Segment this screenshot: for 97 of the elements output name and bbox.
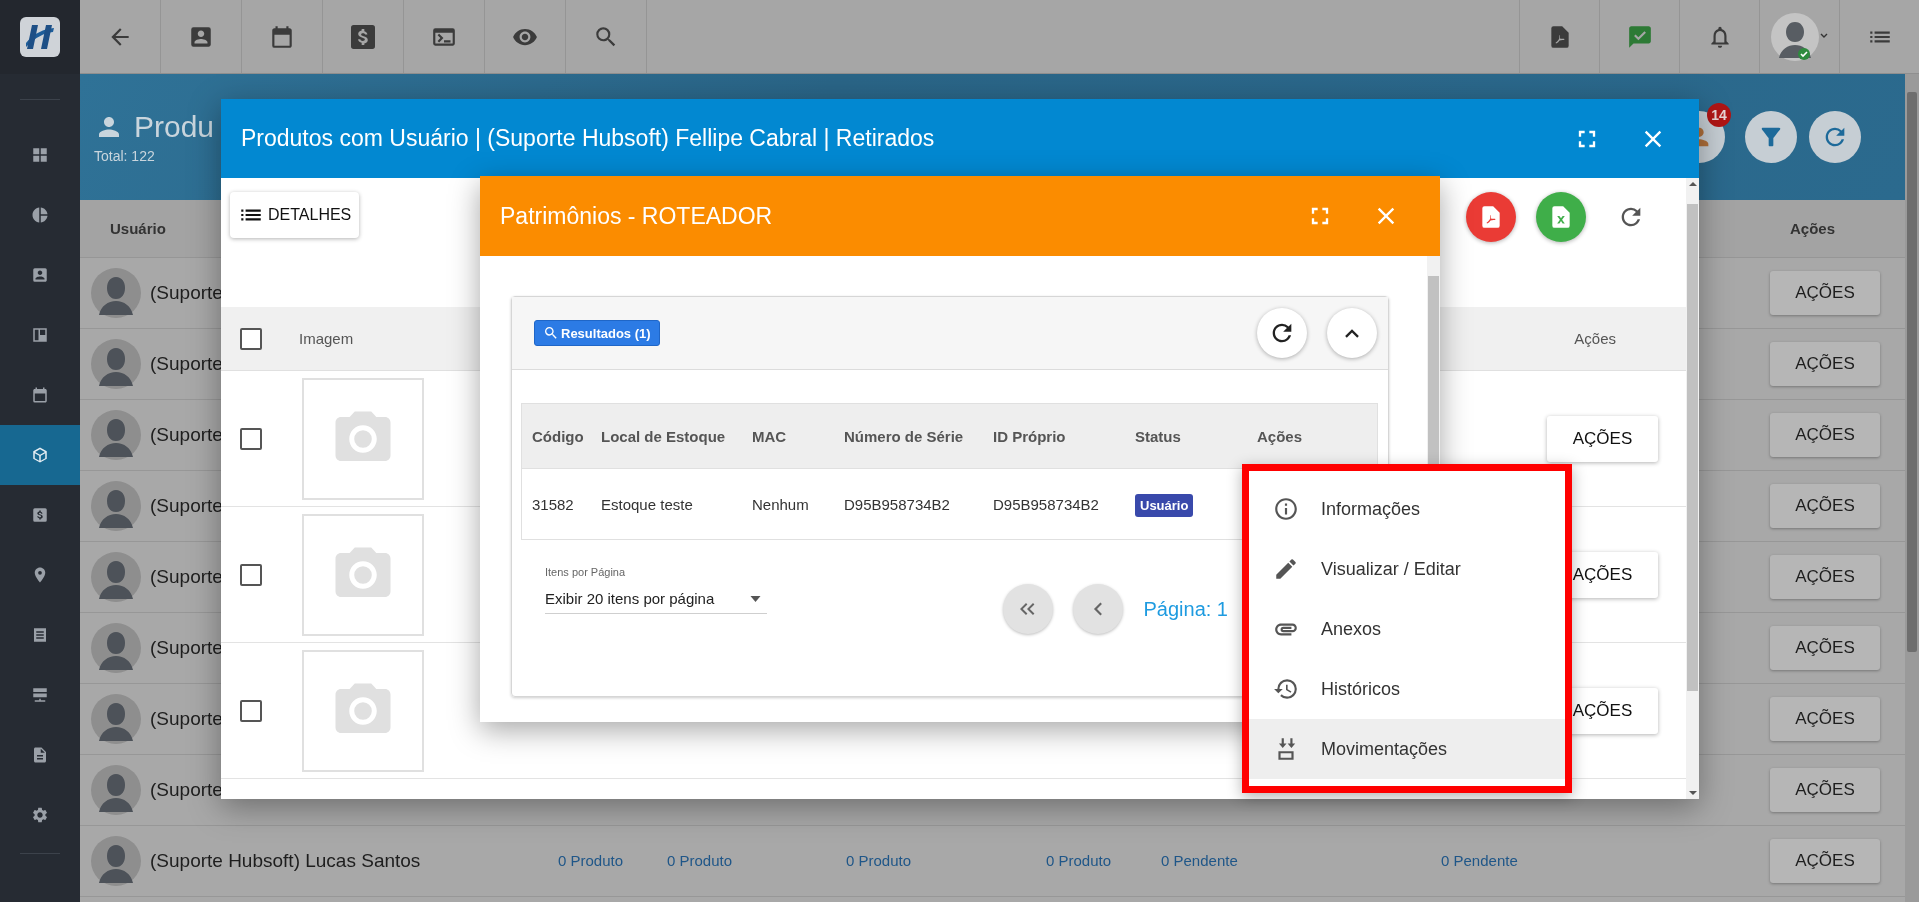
pie-chart-icon bbox=[31, 206, 49, 224]
avatar-icon bbox=[91, 836, 141, 886]
avatar-icon bbox=[91, 481, 141, 531]
actions-button[interactable]: AÇÕES bbox=[1770, 626, 1880, 670]
first-page-button[interactable] bbox=[1003, 584, 1054, 634]
avatar-icon bbox=[91, 410, 141, 460]
board-icon bbox=[31, 326, 49, 344]
cube-icon bbox=[31, 446, 49, 464]
user-name: (Suporte bbox=[150, 708, 223, 730]
dialog-title: Patrimônios - ROTEADOR bbox=[500, 202, 773, 230]
actions-button[interactable]: AÇÕES bbox=[1770, 697, 1880, 741]
column-header: Status bbox=[1135, 427, 1182, 445]
dialog-title: Produtos com Usuário | (Suporte Hubsoft) Fellipe Cabral | Retirados bbox=[241, 125, 935, 152]
menu-item[interactable]: Movimentações bbox=[1249, 719, 1565, 779]
money-icon bbox=[31, 506, 49, 524]
menu-item-label: Movimentações bbox=[1321, 738, 1448, 760]
avatar-icon bbox=[91, 268, 141, 318]
avatar-icon bbox=[91, 623, 141, 673]
status-badge: Usuário bbox=[1135, 493, 1194, 517]
column-header: Ações bbox=[1789, 220, 1835, 237]
details-button[interactable]: DETALHES bbox=[230, 192, 360, 238]
logo-icon[interactable] bbox=[20, 17, 60, 57]
document-icon bbox=[31, 746, 49, 764]
table-cell-text: Estoque teste bbox=[601, 495, 694, 513]
avatar-icon bbox=[91, 765, 141, 815]
notification-badge: 14 bbox=[1707, 103, 1731, 127]
table-cell-text: Nenhum bbox=[752, 495, 810, 513]
page-number: Página: 1 bbox=[1143, 597, 1228, 621]
scrollbar-thumb[interactable] bbox=[1687, 204, 1698, 691]
avatar-icon bbox=[91, 694, 141, 744]
scrollbar-thumb[interactable] bbox=[1907, 92, 1917, 652]
page-size-select[interactable]: Itens por Página Exibir 20 itens por página bbox=[545, 566, 767, 614]
chevron-left-icon bbox=[1093, 602, 1104, 616]
user-name: (Suporte bbox=[150, 779, 223, 801]
column-header: ID Próprio bbox=[993, 427, 1067, 445]
avatar-icon bbox=[91, 552, 141, 602]
table-cell-text: D95B958734B2 bbox=[993, 495, 1100, 513]
actions-button[interactable]: AÇÕES bbox=[1770, 484, 1880, 528]
refresh-button[interactable] bbox=[1257, 308, 1307, 358]
avatar-icon bbox=[91, 339, 141, 389]
chevron-up-icon bbox=[1344, 327, 1360, 339]
actions-button[interactable]: AÇÕES bbox=[1547, 415, 1658, 462]
column-header: Local de Estoque bbox=[601, 427, 727, 445]
settings-icon bbox=[31, 806, 49, 824]
actions-button[interactable]: AÇÕES bbox=[1770, 768, 1880, 812]
user-name: (Suporte Hubsoft) Lucas Santos bbox=[150, 850, 422, 872]
menu-item-label: Anexos bbox=[1321, 618, 1382, 640]
column-header: Ações bbox=[1574, 330, 1616, 347]
column-header: Usuário bbox=[110, 220, 166, 237]
page-title: Produ bbox=[134, 110, 215, 144]
checkbox[interactable] bbox=[240, 427, 262, 450]
select-value: Exibir 20 itens por página bbox=[545, 590, 715, 607]
actions-button[interactable]: AÇÕES bbox=[1770, 839, 1880, 883]
user-name: (Suporte bbox=[150, 495, 223, 517]
actions-button[interactable]: AÇÕES bbox=[1770, 342, 1880, 386]
checkbox[interactable] bbox=[240, 699, 262, 722]
user-name: (Suporte bbox=[150, 566, 223, 588]
list-icon bbox=[31, 626, 49, 644]
actions-button[interactable]: AÇÕES bbox=[1770, 271, 1880, 315]
checkbox[interactable] bbox=[240, 563, 262, 586]
user-name: (Suporte bbox=[150, 637, 223, 659]
total-count: Total: 122 bbox=[94, 148, 156, 164]
actions-button[interactable]: AÇÕES bbox=[1770, 555, 1880, 599]
excel-export-button[interactable] bbox=[1536, 192, 1586, 242]
field-label: Itens por Página bbox=[545, 566, 627, 578]
pdf-export-button[interactable] bbox=[1466, 192, 1516, 242]
dashboard-icon bbox=[31, 146, 49, 164]
table-cell-text: D95B958734B2 bbox=[844, 495, 951, 513]
chat-check-icon bbox=[1626, 23, 1653, 50]
table-cell-text: 31582 bbox=[532, 495, 575, 513]
column-header: Imagem bbox=[299, 330, 354, 347]
chip-label: Resultados (1) bbox=[561, 325, 651, 341]
info-icon bbox=[1273, 496, 1299, 522]
server-icon bbox=[31, 686, 49, 704]
menu-item[interactable]: Informações bbox=[1249, 479, 1565, 539]
calendar-icon bbox=[31, 386, 49, 404]
search-icon bbox=[543, 325, 559, 341]
history-icon bbox=[1273, 676, 1299, 702]
menu-item-label: Históricos bbox=[1321, 678, 1400, 700]
user-name: (Suporte bbox=[150, 282, 223, 304]
actions-button[interactable]: AÇÕES bbox=[1770, 413, 1880, 457]
column-header: MAC bbox=[752, 427, 788, 445]
pencil-icon bbox=[1273, 556, 1299, 582]
caret-icon bbox=[750, 595, 761, 602]
user-name: (Suporte bbox=[150, 424, 223, 446]
user-name: (Suporte bbox=[150, 353, 223, 375]
menu-item[interactable]: Anexos bbox=[1249, 599, 1565, 659]
column-header: Número de Série bbox=[844, 427, 965, 445]
avatar-icon bbox=[1769, 11, 1830, 62]
filter-button[interactable] bbox=[1745, 111, 1797, 163]
menu-item-label: Visualizar / Editar bbox=[1321, 558, 1461, 580]
contact-card-icon bbox=[31, 266, 49, 284]
column-header: Código bbox=[532, 427, 585, 445]
column-header: Ações bbox=[1257, 427, 1304, 445]
menu-item-label: Informações bbox=[1321, 498, 1421, 520]
checkbox[interactable] bbox=[240, 327, 262, 350]
calendar-icon bbox=[269, 23, 295, 50]
